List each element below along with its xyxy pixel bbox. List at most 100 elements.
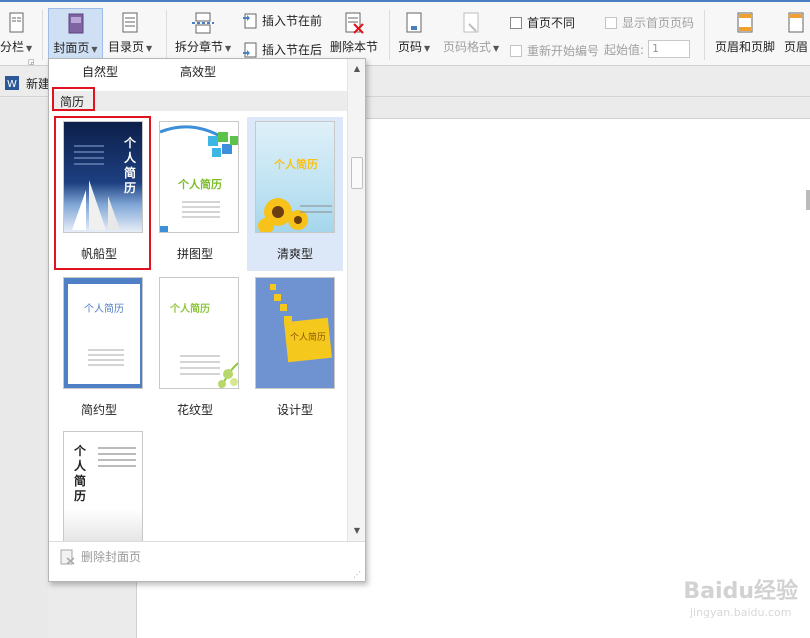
section-highlight-box — [52, 87, 95, 111]
show-first-page-number-checkbox[interactable]: 显示首页页码 — [605, 14, 694, 31]
dropdown-footer: 删除封面页 ⋰ — [49, 541, 365, 581]
columns-button[interactable]: 分栏 ▼ — [0, 12, 32, 55]
dialog-launcher-icon[interactable]: ◲ — [28, 58, 35, 66]
template-thumbnail: 个人简历 — [63, 431, 143, 541]
page-number-format-label: 页码格式 — [443, 40, 492, 54]
simple-border-image — [64, 278, 142, 388]
delete-section-icon — [345, 12, 364, 34]
cover-page-label: 封面页 — [53, 41, 90, 55]
columns-icon — [9, 12, 24, 33]
watermark-brand: Baidu经验 — [683, 579, 798, 604]
cover-page-button[interactable]: 封面页 ▼ — [48, 8, 103, 60]
checkbox-icon — [510, 44, 522, 57]
ribbon-toolbar: 分栏 ▼ ◲ 封面页 ▼ 目录页 ▼ 拆分章节 ▼ 插入节在前 插入节在后 删除本节 页… — [0, 0, 810, 66]
sunflower-image — [258, 198, 332, 232]
template-title-text: 个人简历 — [178, 178, 222, 191]
template-thumbnail: 个人简历 — [255, 121, 335, 233]
header-label: 页眉 — [784, 40, 809, 54]
previous-template-label: 自然型 — [81, 65, 118, 79]
columns-label: 分栏 — [0, 40, 25, 54]
start-value-label: 起始值: — [604, 42, 645, 57]
template-title-text: 个人简历 — [290, 333, 327, 343]
template-simple[interactable]: 个人简历 简约型 — [51, 273, 147, 427]
header-footer-label: 页眉和页脚 — [715, 40, 776, 54]
left-margin-strip — [0, 98, 48, 638]
chevron-down-icon: ▼ — [26, 44, 33, 53]
restart-numbering-checkbox[interactable]: 重新开始编号 — [510, 42, 599, 59]
show-first-page-number-label: 显示首页页码 — [622, 16, 695, 30]
delete-section-label: 删除本节 — [330, 40, 379, 54]
template-thumbnail: 个人简历 — [159, 277, 239, 389]
scroll-down-icon[interactable]: ▼ — [348, 523, 366, 539]
restart-numbering-label: 重新开始编号 — [527, 44, 600, 58]
header-icon — [788, 12, 804, 33]
baidu-watermark: Baidu经验 jingyan.baidu.com — [683, 579, 798, 619]
page-number-format-button[interactable]: 页码格式 ▼ — [443, 12, 499, 55]
chevron-down-icon: ▼ — [424, 44, 431, 53]
header-button[interactable]: 页眉 — [784, 12, 808, 55]
scroll-marker — [806, 190, 810, 210]
divider — [389, 10, 390, 60]
toc-page-button[interactable]: 目录页 ▼ — [108, 12, 152, 55]
start-value-input[interactable]: 1 — [648, 40, 691, 58]
template-thumbnail: 个人简历 — [63, 277, 143, 389]
template-title-text: 个人简历 — [84, 304, 124, 315]
insert-section-before-button[interactable]: 插入节在前 — [242, 12, 322, 29]
template-thumbnail: 个人简历 — [255, 277, 335, 389]
chevron-down-icon: ▼ — [493, 44, 500, 53]
chevron-down-icon: ▼ — [225, 44, 232, 53]
page-number-format-icon — [463, 12, 479, 33]
insert-section-after-label: 插入节在后 — [262, 43, 323, 57]
selected-template-highlight-box — [54, 116, 151, 270]
divider — [166, 10, 167, 60]
page-number-icon — [406, 12, 422, 33]
previous-template-label: 高效型 — [179, 65, 216, 79]
divider — [704, 10, 705, 60]
chevron-down-icon: ▼ — [146, 44, 153, 53]
checkbox-icon — [510, 16, 522, 29]
template-fresh[interactable]: 个人简历 清爽型 — [247, 117, 343, 271]
header-footer-icon — [737, 12, 753, 33]
section-header-resume: 简历 — [53, 91, 347, 111]
delete-section-button[interactable]: 删除本节 — [330, 12, 378, 55]
cover-page-icon — [68, 13, 83, 34]
divider — [42, 10, 43, 60]
template-label: 清爽型 — [276, 247, 313, 261]
dropdown-scrollbar[interactable]: ▲ ▼ — [347, 59, 365, 541]
template-design[interactable]: 个人简历 设计型 — [247, 273, 343, 427]
template-puzzle[interactable]: 个人简历 拼图型 — [147, 117, 243, 271]
template-label: 拼图型 — [176, 247, 213, 261]
remove-cover-page-button[interactable]: 删除封面页 — [59, 548, 141, 565]
split-section-button[interactable]: 拆分章节 ▼ — [175, 12, 231, 55]
page-number-button[interactable]: 页码 ▼ — [398, 12, 430, 55]
template-label: 简约型 — [80, 403, 117, 417]
page-number-label: 页码 — [398, 40, 423, 54]
svg-text:W: W — [7, 79, 17, 90]
toc-icon — [122, 12, 138, 33]
scroll-up-icon[interactable]: ▲ — [348, 61, 366, 77]
template-title-text: 个人简历 — [170, 304, 210, 315]
remove-cover-page-label: 删除封面页 — [81, 550, 142, 564]
different-first-page-checkbox[interactable]: 首页不同 — [510, 14, 575, 31]
watermark-url: jingyan.baidu.com — [689, 606, 792, 619]
toc-page-label: 目录页 — [108, 40, 145, 54]
remove-cover-page-icon — [60, 549, 75, 565]
template-floral[interactable]: 个人简历 花纹型 — [147, 273, 243, 427]
insert-section-after-icon — [243, 42, 257, 57]
split-section-label: 拆分章节 — [175, 40, 224, 54]
resize-grip-icon[interactable]: ⋰ — [353, 570, 361, 579]
word-document-icon: W — [5, 76, 19, 90]
cover-page-dropdown: 自然型 高效型 简历 个人简历 帆船型 个人简历 拼图型 个人简历 清爽型 个人… — [48, 58, 366, 582]
floral-pattern-image — [180, 355, 238, 388]
split-section-icon — [192, 12, 215, 34]
header-footer-button[interactable]: 页眉和页脚 — [715, 12, 775, 55]
different-first-page-label: 首页不同 — [527, 16, 576, 30]
template-title-text: 个人简历 — [274, 158, 318, 171]
template-title-text: 个人简历 — [74, 444, 87, 503]
scrollbar-thumb[interactable] — [351, 157, 363, 189]
insert-section-after-button[interactable]: 插入节在后 — [242, 41, 322, 58]
start-value-control: 起始值: 1 — [604, 40, 691, 58]
checkbox-icon — [605, 16, 617, 29]
template-thumbnail: 个人简历 — [159, 121, 239, 233]
document-tab[interactable]: W 新建 — [4, 71, 50, 95]
